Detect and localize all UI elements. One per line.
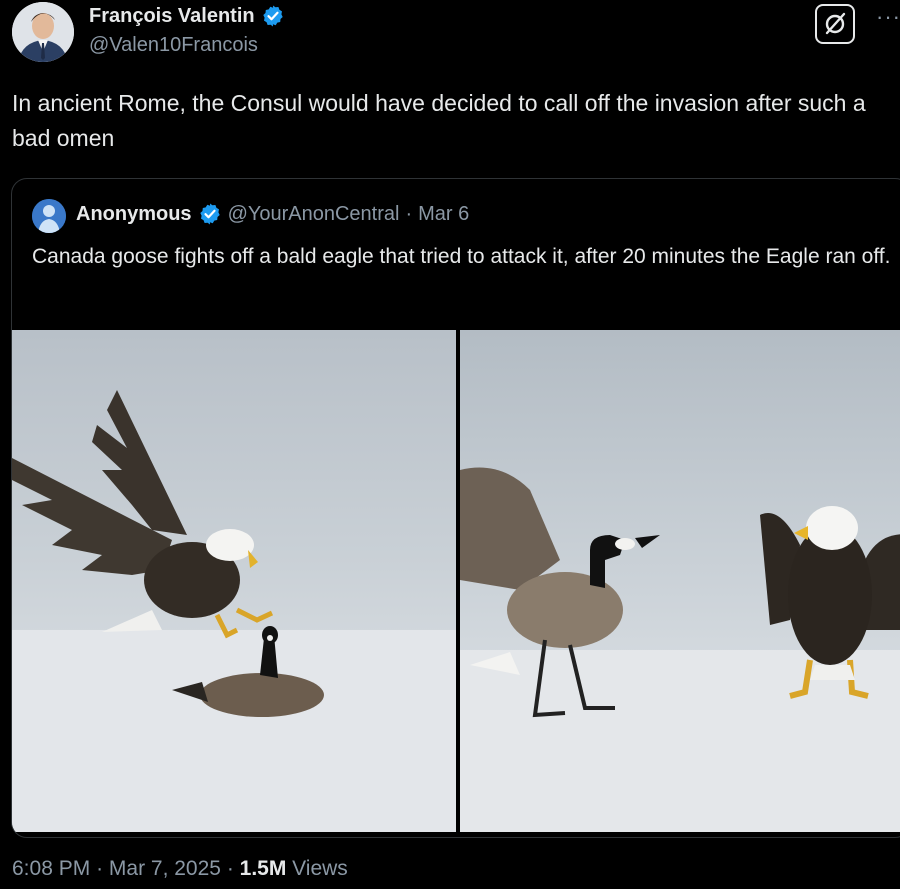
quote-text: Canada goose fights off a bald eagle tha… [32, 245, 891, 268]
grok-icon [825, 12, 846, 35]
quote-media [12, 330, 900, 832]
separator-dot: · [405, 202, 413, 225]
photo-eagle-attacking-goose[interactable] [12, 330, 456, 832]
author-display-name[interactable]: François Valentin [89, 5, 255, 28]
photo-goose-facing-eagle[interactable] [460, 330, 900, 832]
separator-dot: · [226, 857, 240, 880]
tweet-time[interactable]: 6:08 PM [12, 857, 90, 880]
quoted-tweet[interactable]: Anonymous @YourAnonCentral · Mar 6 Canad… [11, 178, 900, 838]
more-icon[interactable]: ··· [876, 4, 900, 30]
quote-header: Anonymous @YourAnonCentral · Mar 6 [76, 202, 469, 226]
tweet-date[interactable]: Mar 7, 2025 [109, 857, 221, 880]
quote-avatar[interactable] [32, 199, 66, 233]
tweet-meta: 6:08 PM · Mar 7, 2025 · 1.5M Views [12, 857, 348, 881]
author-name-row: François Valentin [89, 4, 285, 28]
verified-badge-icon [261, 4, 285, 28]
quote-handle[interactable]: @YourAnonCentral [228, 203, 400, 226]
grok-button[interactable] [815, 4, 855, 44]
quote-display-name[interactable]: Anonymous [76, 203, 192, 226]
views-label: Views [292, 857, 348, 880]
quote-date[interactable]: Mar 6 [418, 203, 469, 226]
tweet-text: In ancient Rome, the Consul would have d… [12, 90, 866, 151]
verified-badge-icon [198, 202, 222, 226]
separator-dot: · [96, 857, 109, 880]
author-handle[interactable]: @Valen10Francois [89, 34, 258, 57]
views-count: 1.5M [239, 857, 287, 880]
author-avatar[interactable] [12, 2, 74, 62]
